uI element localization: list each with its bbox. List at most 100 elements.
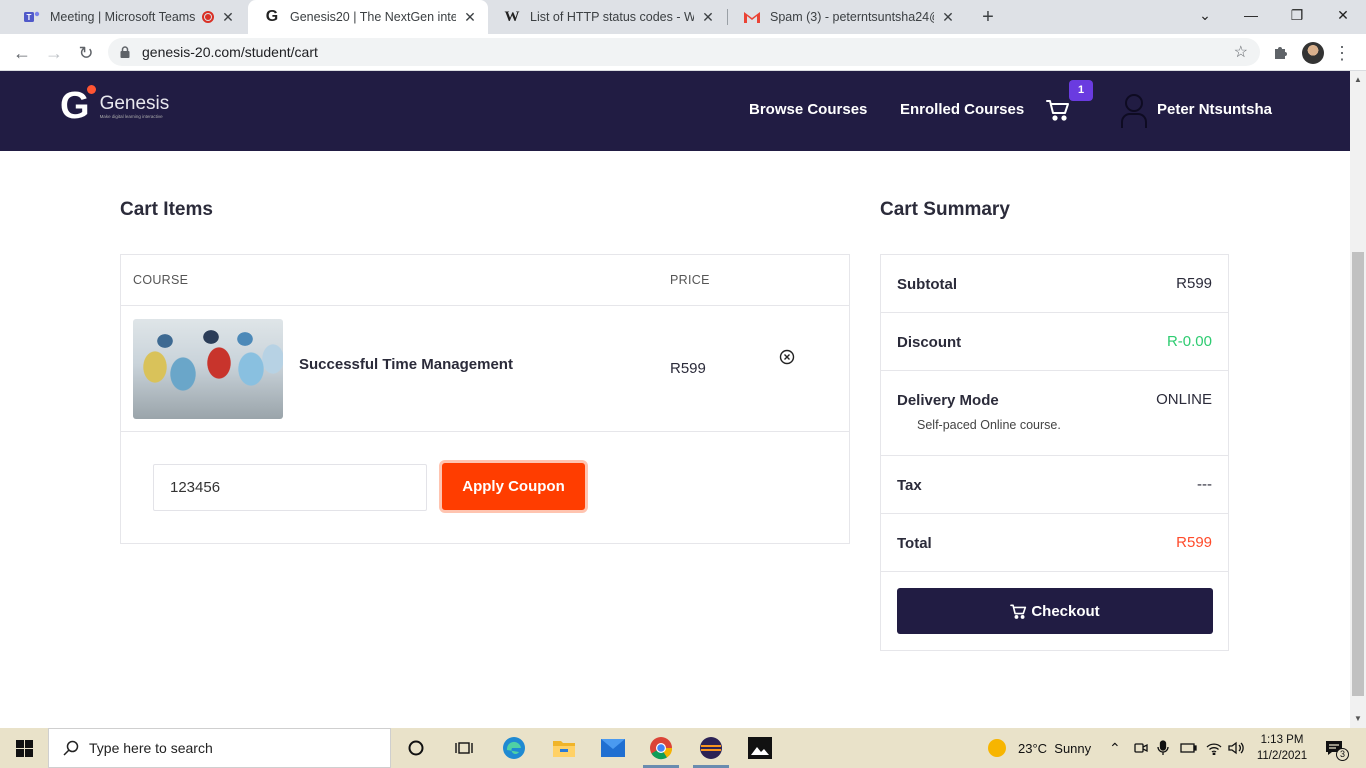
close-icon[interactable]: ✕ — [940, 9, 956, 26]
tab-search-icon[interactable]: ⌄ — [1182, 0, 1228, 30]
total-value: R599 — [1176, 534, 1212, 551]
browser-tab-strip: T Meeting | Microsoft Teams ✕ G Genesis2… — [0, 0, 1366, 34]
browser-toolbar: ← → ↻ genesis-20.com/student/cart ☆ ⋮ — [0, 34, 1366, 71]
summary-row-total: Total R599 — [881, 514, 1228, 572]
close-window-button[interactable]: ✕ — [1320, 0, 1366, 30]
weather-widget[interactable]: 23°C Sunny — [988, 728, 1091, 768]
svg-text:T: T — [27, 13, 32, 22]
cart-item-row: Successful Time Management R599 — [121, 306, 849, 432]
user-name[interactable]: Peter Ntsuntsha — [1157, 101, 1272, 118]
extensions-puzzle-icon[interactable] — [1268, 41, 1292, 65]
delivery-note: Self-paced Online course. — [917, 418, 1061, 432]
summary-row-discount: Discount R-0.00 — [881, 313, 1228, 371]
minimize-button[interactable]: — — [1228, 0, 1274, 30]
recording-icon — [202, 11, 214, 23]
tax-label: Tax — [897, 477, 922, 494]
clock-date: 11/2/2021 — [1256, 750, 1308, 762]
weather-text: 23°C Sunny — [1018, 740, 1092, 756]
forward-icon[interactable]: → — [42, 41, 66, 65]
scroll-up-arrow[interactable]: ▲ — [1350, 73, 1366, 87]
microphone-icon[interactable] — [1157, 728, 1169, 768]
web-page: G Genesis Make digital learning interact… — [0, 71, 1350, 728]
tab-genesis[interactable]: G Genesis20 | The NextGen interact ✕ — [248, 0, 488, 34]
cortana-icon[interactable] — [392, 728, 440, 768]
scroll-down-arrow[interactable]: ▼ — [1350, 712, 1366, 726]
photos-icon[interactable] — [736, 728, 784, 768]
checkout-button[interactable]: Checkout — [897, 588, 1213, 634]
summary-row-tax: Tax --- — [881, 456, 1228, 514]
bookmark-star-icon[interactable]: ☆ — [1234, 42, 1248, 62]
cart-icon[interactable] — [1046, 99, 1070, 121]
checkout-label: Checkout — [1031, 602, 1100, 620]
search-placeholder: Type here to search — [89, 740, 213, 756]
discount-value: R-0.00 — [1166, 333, 1212, 350]
notification-count-badge: 3 — [1336, 748, 1349, 761]
delivery-mode-value: ONLINE — [1156, 391, 1212, 408]
windows-start-icon[interactable] — [0, 728, 48, 768]
course-thumbnail[interactable] — [133, 319, 283, 419]
file-explorer-icon[interactable] — [540, 728, 588, 768]
wikipedia-icon: W — [504, 8, 520, 25]
show-hidden-icons-chevron-icon[interactable]: ⌃ — [1109, 728, 1121, 768]
clock-time: 1:13 PM — [1260, 734, 1304, 746]
column-header-price: PRICE — [670, 273, 710, 287]
search-icon — [63, 740, 79, 756]
page-scrollbar[interactable]: ▲ ▼ — [1350, 71, 1366, 728]
menu-kebab-icon[interactable]: ⋮ — [1330, 41, 1354, 65]
close-icon[interactable]: ✕ — [220, 9, 236, 26]
logo-mark: G — [60, 85, 96, 125]
mail-icon[interactable] — [589, 728, 637, 768]
task-view-icon[interactable] — [440, 728, 488, 768]
tab-teams[interactable]: T Meeting | Microsoft Teams ✕ — [8, 0, 246, 34]
teams-icon: T — [24, 9, 40, 25]
back-icon[interactable]: ← — [10, 41, 34, 65]
eclipse-icon[interactable] — [687, 728, 735, 768]
address-bar[interactable]: genesis-20.com/student/cart ☆ — [108, 38, 1260, 66]
logo-name: Genesis — [99, 92, 170, 114]
course-title[interactable]: Successful Time Management — [299, 356, 513, 373]
tax-value: --- — [1197, 476, 1212, 493]
coupon-code-input[interactable]: 123456 — [153, 464, 427, 511]
cart-summary-title: Cart Summary — [880, 199, 1010, 220]
taskbar-search-box[interactable]: Type here to search — [48, 728, 391, 768]
course-price: R599 — [670, 360, 706, 377]
new-tab-button[interactable]: + — [976, 5, 1000, 29]
remove-item-icon[interactable] — [779, 349, 795, 365]
sun-icon — [988, 739, 1006, 757]
scrollbar-thumb[interactable] — [1352, 252, 1364, 696]
meet-now-icon[interactable] — [1134, 728, 1148, 768]
site-header: G Genesis Make digital learning interact… — [0, 71, 1350, 151]
column-header-course: COURSE — [133, 273, 189, 287]
url-text: genesis-20.com/student/cart — [142, 44, 318, 60]
edge-browser-icon[interactable] — [490, 728, 538, 768]
lock-icon — [120, 46, 134, 58]
cart-table: COURSE PRICE Successful Time Management … — [120, 254, 850, 544]
nav-enrolled-courses[interactable]: Enrolled Courses — [900, 101, 1024, 118]
battery-icon[interactable] — [1180, 728, 1198, 768]
cart-items-title: Cart Items — [120, 199, 213, 220]
delivery-mode-label: Delivery Mode — [897, 392, 999, 409]
table-header: COURSE PRICE — [121, 255, 849, 306]
profile-avatar-icon[interactable] — [1301, 41, 1325, 65]
reload-icon[interactable]: ↻ — [74, 41, 98, 65]
chrome-icon[interactable] — [637, 728, 685, 768]
genesis-logo[interactable]: G Genesis Make digital learning interact… — [60, 85, 170, 125]
restore-button[interactable]: ❐ — [1274, 0, 1320, 30]
user-avatar-icon[interactable] — [1120, 93, 1148, 129]
nav-browse-courses[interactable]: Browse Courses — [749, 101, 867, 118]
notifications-icon[interactable]: 3 — [1325, 728, 1349, 768]
apply-coupon-button[interactable]: Apply Coupon — [442, 463, 585, 510]
close-icon[interactable]: ✕ — [700, 9, 716, 26]
tab-gmail[interactable]: Spam (3) - peterntsuntsha24@gr ✕ — [728, 0, 966, 34]
close-icon[interactable]: ✕ — [462, 9, 478, 26]
subtotal-label: Subtotal — [897, 276, 957, 293]
genesis-g-icon: G — [265, 8, 279, 25]
cart-icon — [1010, 604, 1027, 619]
total-label: Total — [897, 535, 932, 552]
discount-label: Discount — [897, 334, 962, 351]
system-clock[interactable]: 1:13 PM 11/2/2021 — [1252, 732, 1312, 764]
volume-icon[interactable] — [1228, 728, 1244, 768]
cart-count-badge: 1 — [1069, 80, 1093, 101]
tab-wikipedia[interactable]: W List of HTTP status codes - Wikip ✕ — [488, 0, 726, 34]
wifi-icon[interactable] — [1206, 728, 1222, 768]
